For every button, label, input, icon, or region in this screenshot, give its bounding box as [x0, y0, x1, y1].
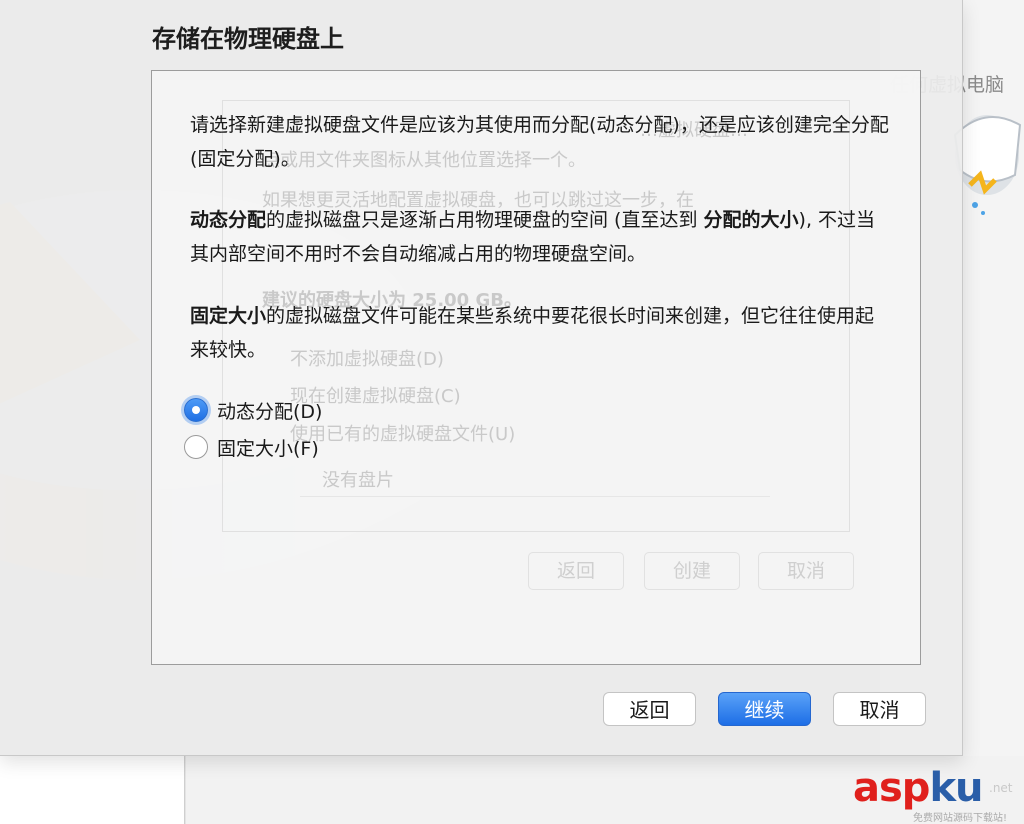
fixed-size-label[interactable]: 固定大小(F) — [217, 434, 319, 461]
sheet-title: 存储在物理硬盘上 — [152, 25, 344, 53]
storage-type-sheet: 存储在物理硬盘上 …虚拟硬盘… 点或用文件夹图标从其他位置选择一个。 如果想更灵… — [0, 0, 963, 756]
watermark-domain: .net — [989, 781, 1013, 795]
allocated-size-term: 分配的大小 — [703, 209, 799, 231]
ghost-cancel-button: 取消 — [758, 552, 854, 590]
ghost-create-button: 创建 — [644, 552, 740, 590]
description-paragraph-1: 请选择新建虚拟硬盘文件是应该为其使用而分配(动态分配)，还是应该创建完全分配(固… — [190, 114, 889, 170]
description-paragraph-2: 动态分配的虚拟磁盘只是逐渐占用物理硬盘的空间 (直至达到 分配的大小), 不过当… — [190, 203, 890, 271]
dynamic-allocation-radio[interactable]: 动态分配(D) — [184, 395, 322, 425]
ghost-text: 没有盘片 — [322, 470, 394, 491]
watermark-subtitle: 免费网站源码下载站! — [913, 813, 1008, 824]
description-paragraph-3: 固定大小的虚拟磁盘文件可能在某些系统中要花很长时间来创建，但它往往使用起来较快。 — [190, 299, 890, 367]
dynamic-allocation-label[interactable]: 动态分配(D) — [217, 397, 322, 424]
ghost-back-button: 返回 — [528, 552, 624, 590]
fixed-term: 固定大小 — [190, 305, 267, 327]
watermark-part-2: ku — [929, 765, 983, 811]
radio-dot — [192, 406, 200, 414]
continue-button[interactable]: 继续 — [718, 692, 811, 726]
watermark-part-1: asp — [853, 765, 930, 811]
fixed-size-radio[interactable]: 固定大小(F) — [184, 432, 319, 462]
screen: 任何虚拟电脑 存储在物理硬盘上 …虚拟硬盘… 点或用文件夹图标从其他位置选择 — [0, 0, 1024, 824]
radio-selected-indicator[interactable] — [184, 398, 208, 422]
ghost-text: 使用已有的虚拟硬盘文件(U) — [290, 424, 516, 445]
description-text: 的虚拟磁盘文件可能在某些系统中要花很长时间来创建，但它往往使用起来较快。 — [190, 305, 875, 361]
site-watermark-logo: aspku .net 免费网站源码下载站! — [853, 765, 1021, 824]
watermark-text: aspku — [853, 765, 984, 811]
back-button[interactable]: 返回 — [603, 692, 696, 726]
cancel-button[interactable]: 取消 — [833, 692, 926, 726]
background-bottom-left-panel — [0, 756, 185, 824]
dynamic-term: 动态分配 — [190, 209, 267, 231]
description-text: 的虚拟磁盘只是逐渐占用物理硬盘的空间 (直至达到 — [266, 209, 704, 231]
radio-unselected-indicator[interactable] — [184, 435, 208, 459]
